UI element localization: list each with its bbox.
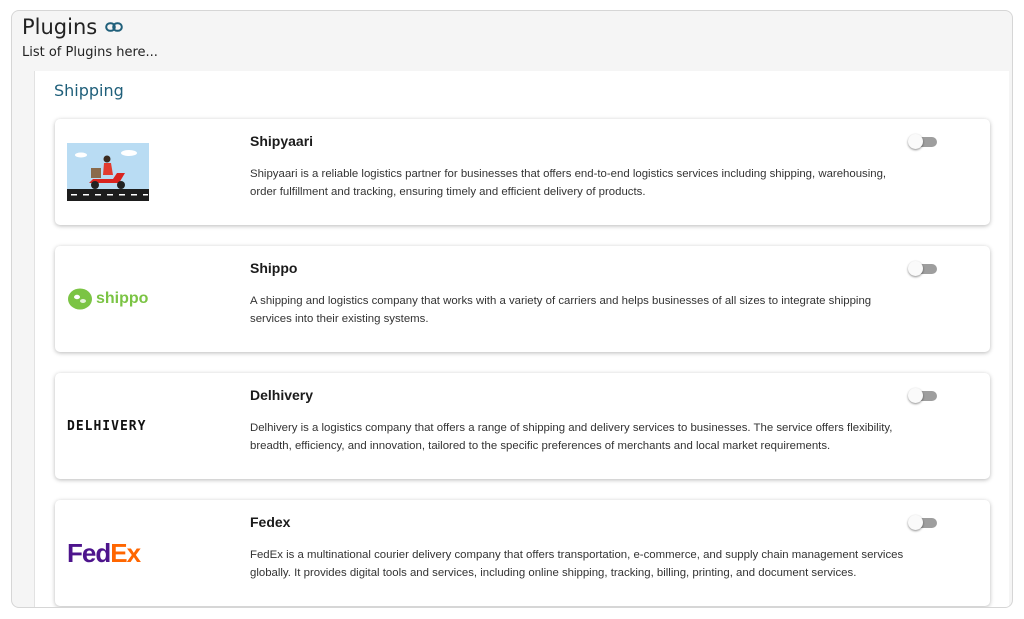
page-header: Plugins List of Plugins here... xyxy=(22,15,158,60)
delhivery-logo-text: DELHIVERY xyxy=(67,418,147,434)
title-row: Plugins xyxy=(22,15,158,39)
plugin-name: Delhivery xyxy=(250,387,314,403)
fedex-logo-wordmark: FedEx xyxy=(67,537,141,569)
page-subtitle: List of Plugins here... xyxy=(22,45,158,60)
shippo-logo: shippo xyxy=(67,246,151,352)
plugin-description: FedEx is a multinational courier deliver… xyxy=(250,549,904,579)
toggle-knob xyxy=(908,388,923,403)
plugins-panel: Shipping Shipyaari Shipyaari is a reliab… xyxy=(34,71,1009,607)
plugins-page: Plugins List of Plugins here... Shipping xyxy=(11,10,1013,608)
plugin-description: A shipping and logistics company that wo… xyxy=(250,295,872,325)
shippo-hippo-icon xyxy=(68,288,92,310)
plugin-toggle[interactable] xyxy=(908,134,938,149)
fedex-logo-ex: Ex xyxy=(110,537,141,568)
plugin-name: Fedex xyxy=(250,514,291,530)
toggle-knob xyxy=(908,134,923,149)
plugin-name: Shippo xyxy=(250,260,298,276)
toggle-knob xyxy=(908,515,923,530)
shipyaari-scooter-icon xyxy=(67,143,149,201)
plugin-toggle[interactable] xyxy=(908,388,938,403)
plugin-name: Shipyaari xyxy=(250,133,314,149)
plugin-description: Delhivery is a logistics company that of… xyxy=(250,422,893,452)
fedex-logo: FedEx xyxy=(67,500,151,606)
delhivery-logo: DELHIVERY xyxy=(67,373,151,479)
link-icon[interactable] xyxy=(105,21,124,33)
plugin-description: Shipyaari is a reliable logistics partne… xyxy=(250,168,887,198)
fedex-logo-fed: Fed xyxy=(67,537,111,568)
plugin-card-shippo: shippo Shippo A shipping and logistics c… xyxy=(55,246,990,352)
plugin-card-fedex: FedEx Fedex FedEx is a multinational cou… xyxy=(55,500,990,606)
shipyaari-logo xyxy=(67,119,151,225)
plugin-card-delhivery: DELHIVERY Delhivery Delhivery is a logis… xyxy=(55,373,990,479)
plugin-toggle[interactable] xyxy=(908,261,938,276)
section-title-shipping: Shipping xyxy=(54,81,124,100)
toggle-knob xyxy=(908,261,923,276)
plugin-toggle[interactable] xyxy=(908,515,938,530)
shippo-logo-text: shippo xyxy=(96,290,149,307)
plugin-card-shipyaari: Shipyaari Shipyaari is a reliable logist… xyxy=(55,119,990,225)
page-title: Plugins xyxy=(22,15,98,39)
